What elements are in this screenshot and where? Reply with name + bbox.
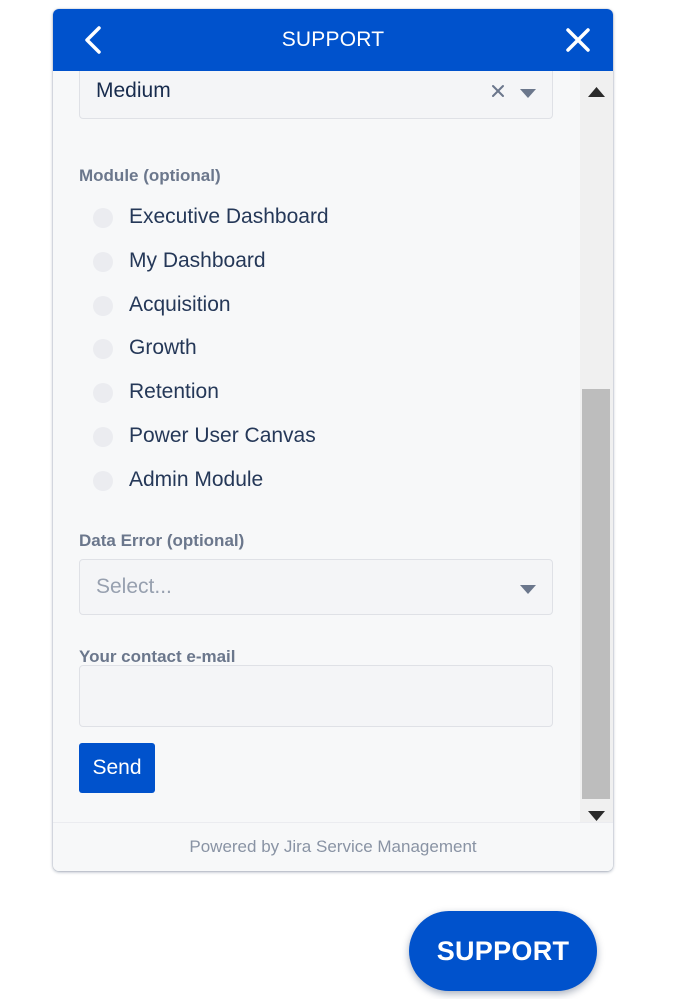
radio-option-label: Power User Canvas bbox=[129, 424, 316, 447]
powered-by-footer[interactable]: Powered by Jira Service Management bbox=[53, 822, 613, 871]
radio-option-admin-module[interactable]: Admin Module bbox=[93, 463, 393, 497]
vertical-scrollbar[interactable] bbox=[580, 71, 613, 831]
radio-option-growth[interactable]: Growth bbox=[93, 331, 393, 365]
radio-option-label: Admin Module bbox=[129, 468, 264, 491]
radio-option-label: Acquisition bbox=[129, 293, 231, 316]
support-launcher-button[interactable]: SUPPORT bbox=[409, 911, 597, 991]
close-button[interactable] bbox=[563, 25, 593, 55]
scroll-down-arrow-icon[interactable] bbox=[588, 809, 605, 821]
support-widget: SUPPORT Medium Module (optional) Executi… bbox=[53, 9, 613, 871]
contact-email-field[interactable] bbox=[79, 665, 553, 727]
form-content: Medium Module (optional) Executive Dashb… bbox=[53, 71, 580, 831]
widget-body: Medium Module (optional) Executive Dashb… bbox=[53, 71, 613, 831]
radio-option-label: My Dashboard bbox=[129, 249, 266, 272]
radio-icon[interactable] bbox=[93, 252, 113, 272]
radio-option-label: Growth bbox=[129, 336, 197, 359]
caret-down-icon[interactable] bbox=[520, 86, 536, 98]
radio-option-executive-dashboard[interactable]: Executive Dashboard bbox=[93, 200, 393, 234]
close-icon bbox=[566, 28, 590, 52]
radio-option-label: Executive Dashboard bbox=[129, 205, 329, 228]
radio-option-my-dashboard[interactable]: My Dashboard bbox=[93, 244, 393, 278]
radio-icon[interactable] bbox=[93, 208, 113, 228]
radio-icon[interactable] bbox=[93, 296, 113, 316]
radio-option-retention[interactable]: Retention bbox=[93, 375, 393, 409]
clear-icon[interactable] bbox=[488, 81, 508, 101]
radio-option-power-user-canvas[interactable]: Power User Canvas bbox=[93, 419, 393, 453]
radio-option-acquisition[interactable]: Acquisition bbox=[93, 288, 393, 322]
caret-down-icon[interactable] bbox=[520, 582, 536, 594]
radio-icon[interactable] bbox=[93, 427, 113, 447]
radio-option-label: Retention bbox=[129, 380, 219, 403]
data-error-placeholder: Select... bbox=[96, 575, 172, 598]
widget-title: SUPPORT bbox=[281, 28, 385, 51]
send-button[interactable]: Send bbox=[79, 743, 155, 793]
radio-icon[interactable] bbox=[93, 471, 113, 491]
scrollbar-thumb[interactable] bbox=[582, 389, 610, 799]
radio-icon[interactable] bbox=[93, 383, 113, 403]
contact-email-label: Your contact e-mail bbox=[79, 647, 236, 666]
radio-icon[interactable] bbox=[93, 339, 113, 359]
data-error-select[interactable]: Select... bbox=[79, 559, 553, 615]
priority-select[interactable]: Medium bbox=[79, 71, 553, 119]
priority-select-value: Medium bbox=[96, 79, 171, 102]
module-label: Module (optional) bbox=[79, 166, 221, 185]
scroll-up-arrow-icon[interactable] bbox=[588, 85, 605, 97]
data-error-label: Data Error (optional) bbox=[79, 531, 245, 550]
widget-header: SUPPORT bbox=[53, 9, 613, 71]
